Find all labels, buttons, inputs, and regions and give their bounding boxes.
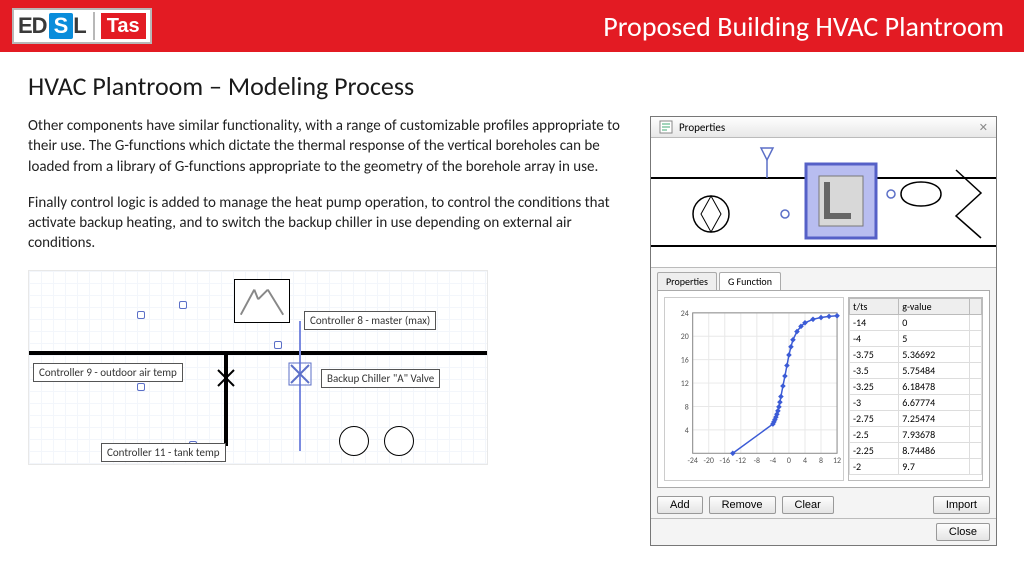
scrollbar-gutter xyxy=(970,299,982,315)
svg-text:24: 24 xyxy=(681,309,689,319)
tab-strip: Properties G Function xyxy=(651,268,996,290)
svg-text:20: 20 xyxy=(681,332,689,342)
paragraph-1: Other components have similar functional… xyxy=(28,116,628,177)
valve-icon xyxy=(287,361,313,392)
tab-properties[interactable]: Properties xyxy=(657,272,717,290)
properties-icon xyxy=(659,120,673,134)
valve-icon xyxy=(215,367,237,394)
properties-panel: Properties ✕ xyxy=(650,116,997,546)
svg-text:12: 12 xyxy=(833,456,841,466)
svg-text:8: 8 xyxy=(685,402,689,412)
table-row[interactable]: -2.57.93678 xyxy=(850,427,982,443)
component-preview xyxy=(651,138,996,268)
svg-text:-20: -20 xyxy=(704,456,714,466)
panel-title-text: Properties xyxy=(679,121,725,134)
panel-titlebar: Properties ✕ xyxy=(651,117,996,138)
svg-text:16: 16 xyxy=(681,356,689,366)
button-row: Add Remove Clear Import xyxy=(651,492,996,518)
logo-text-ed: ED xyxy=(18,15,47,37)
svg-text:-4: -4 xyxy=(770,456,776,466)
logo-separator xyxy=(93,12,95,40)
edsl-tas-logo: ED S L Tas xyxy=(12,8,152,44)
table-row[interactable]: -2.258.74486 xyxy=(850,443,982,459)
svg-text:12: 12 xyxy=(681,379,689,389)
table-row[interactable]: -3.55.75484 xyxy=(850,363,982,379)
banner: ED S L Tas Proposed Building HVAC Plantr… xyxy=(0,0,1024,52)
col-tts: t/ts xyxy=(850,299,899,315)
page-title: HVAC Plantroom – Modeling Process xyxy=(28,70,996,102)
svg-text:-12: -12 xyxy=(736,456,746,466)
label-controller-11: Controller 11 - tank temp xyxy=(101,443,226,462)
logo-text-s: S xyxy=(49,13,74,39)
svg-text:-24: -24 xyxy=(687,456,697,466)
table-row[interactable]: -2.757.25474 xyxy=(850,411,982,427)
g-function-chart: 4 8 12 16 20 24 -24 -20 -16 -12 -8 -4 0 4 8 12 xyxy=(664,297,844,481)
logo-text-l: L xyxy=(73,15,86,37)
add-button[interactable]: Add xyxy=(657,496,703,514)
clear-button[interactable]: Clear xyxy=(782,496,834,514)
table-row[interactable]: -3.755.36692 xyxy=(850,347,982,363)
table-row[interactable]: -140 xyxy=(850,315,982,331)
svg-text:4: 4 xyxy=(685,426,689,436)
import-button[interactable]: Import xyxy=(933,496,990,514)
body-text-column: Other components have similar functional… xyxy=(28,116,628,546)
heat-exchanger-icon xyxy=(234,279,290,323)
banner-title: Proposed Building HVAC Plantroom xyxy=(152,9,1012,44)
col-gvalue: g-value xyxy=(899,299,970,315)
table-row[interactable]: -45 xyxy=(850,331,982,347)
label-backup-valve: Backup Chiller "A" Valve xyxy=(321,369,440,388)
svg-text:8: 8 xyxy=(819,456,823,466)
table-row[interactable]: -29.7 xyxy=(850,459,982,475)
pump-icon xyxy=(339,426,369,456)
hvac-schematic: Controller 8 - master (max) Controller 9… xyxy=(28,270,488,465)
tab-body-g-function: 4 8 12 16 20 24 -24 -20 -16 -12 -8 -4 0 4 8 12 t/ts g-v… xyxy=(657,290,990,488)
label-controller-9: Controller 9 - outdoor air temp xyxy=(33,363,183,382)
logo-text-tas: Tas xyxy=(101,13,146,39)
g-function-table[interactable]: t/ts g-value -140-45-3.755.36692-3.55.75… xyxy=(848,297,983,481)
table-row[interactable]: -36.67774 xyxy=(850,395,982,411)
tab-g-function[interactable]: G Function xyxy=(719,272,781,290)
svg-text:-16: -16 xyxy=(720,456,730,466)
table-row[interactable]: -3.256.18478 xyxy=(850,379,982,395)
remove-button[interactable]: Remove xyxy=(709,496,776,514)
close-icon[interactable]: ✕ xyxy=(979,121,988,134)
svg-text:-8: -8 xyxy=(754,456,760,466)
svg-text:0: 0 xyxy=(787,456,791,466)
paragraph-2: Finally control logic is added to manage… xyxy=(28,193,628,254)
svg-text:4: 4 xyxy=(803,456,807,466)
close-button[interactable]: Close xyxy=(936,523,990,541)
label-controller-8: Controller 8 - master (max) xyxy=(304,311,436,330)
pump-icon xyxy=(384,426,414,456)
